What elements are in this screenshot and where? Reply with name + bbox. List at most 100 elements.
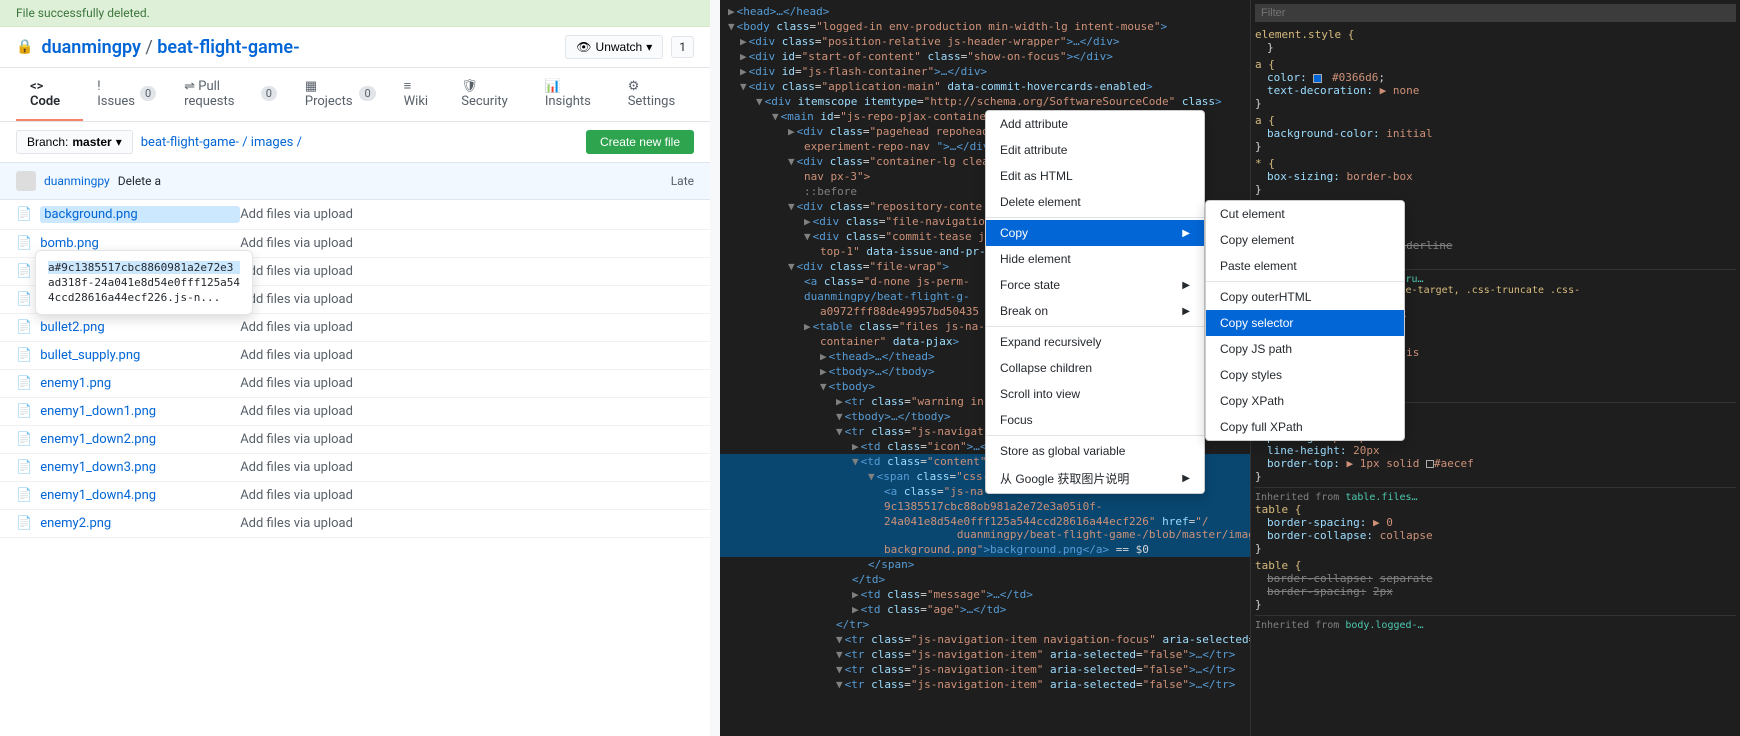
html-line[interactable]: ▶<div id="start-of-content" class="show-…	[720, 49, 1250, 64]
repo-name[interactable]: beat-flight-game-	[157, 37, 299, 58]
file-commit-msg: Add files via upload	[240, 207, 694, 222]
html-line[interactable]: ▼<div class="application-main" data-comm…	[720, 79, 1250, 94]
tab-insights[interactable]: 📊 Insights	[531, 68, 614, 121]
css-selector: a {	[1255, 114, 1736, 127]
tab-issues[interactable]: ! Issues 0	[83, 68, 170, 121]
author-avatar	[16, 171, 36, 191]
file-row-background[interactable]: 📄 background.png Add files via upload	[0, 200, 710, 230]
ctx-force-state[interactable]: Force state ▶	[986, 272, 1204, 298]
sub-copy-full-xpath[interactable]: Copy full XPath	[1206, 414, 1404, 440]
file-row-enemy1[interactable]: 📄 enemy1.png Add files via upload	[0, 370, 710, 398]
file-row-enemy1-down3[interactable]: 📄 enemy1_down3.png Add files via upload	[0, 454, 710, 482]
css-selector: * {	[1255, 157, 1736, 170]
css-property: background-color: initial	[1255, 127, 1736, 140]
file-row-bullet2[interactable]: 📄 bullet2.png Add files via upload	[0, 314, 710, 342]
file-icon: 📄	[16, 207, 32, 222]
ctx-scroll-into-view[interactable]: Scroll into view	[986, 381, 1204, 407]
watch-button[interactable]: 👁 Unwatch ▾	[565, 35, 663, 59]
tab-settings[interactable]: ⚙ Settings	[614, 68, 694, 121]
context-menu: Add attribute Edit attribute Edit as HTM…	[985, 110, 1205, 494]
html-line[interactable]: ▼<tr class="js-navigation-item" aria-sel…	[720, 647, 1250, 662]
sub-copy-outerhtml[interactable]: Copy outerHTML	[1206, 284, 1404, 310]
css-property: border-top: ▶ 1px solid #aecef	[1255, 457, 1736, 470]
html-line[interactable]: ▶<div id="js-flash-container">…</div>	[720, 64, 1250, 79]
sub-copy-selector[interactable]: Copy selector	[1206, 310, 1404, 336]
tab-pull-requests[interactable]: ⇌ Pull requests 0	[170, 68, 291, 121]
sub-copy-element[interactable]: Copy element	[1206, 227, 1404, 253]
html-line[interactable]: ▼<div itemscope itemtype="http://schema.…	[720, 94, 1250, 109]
html-line[interactable]: ▶<head>…</head>	[720, 4, 1250, 19]
file-name[interactable]: enemy1_down1.png	[40, 404, 240, 419]
sub-copy-styles[interactable]: Copy styles	[1206, 362, 1404, 388]
css-property: border-spacing: ▶ 0	[1255, 516, 1736, 529]
file-name[interactable]: background.png	[40, 206, 240, 223]
file-row-enemy1-down4[interactable]: 📄 enemy1_down4.png Add files via upload	[0, 482, 710, 510]
file-name[interactable]: bullet_supply.png	[40, 348, 240, 363]
sub-paste-element[interactable]: Paste element	[1206, 253, 1404, 279]
html-line-selected[interactable]: 24a041e8d54e0fff125a544ccd28616a44ecf226…	[720, 514, 1250, 542]
css-property: box-sizing: border-box	[1255, 170, 1736, 183]
html-line[interactable]: ▼<tr class="js-navigation-item" aria-sel…	[720, 662, 1250, 677]
html-line-selected[interactable]: 9c1385517cbc88ob981a2e72e3a05i0f-	[720, 499, 1250, 514]
html-line[interactable]: ▶<td class="message">…</td>	[720, 587, 1250, 602]
html-line[interactable]: ▶<td class="age">…</td>	[720, 602, 1250, 617]
file-name[interactable]: enemy1_down2.png	[40, 432, 240, 447]
html-line[interactable]: ▶<div class="position-relative js-header…	[720, 34, 1250, 49]
tab-security[interactable]: 🛡 Security	[447, 68, 531, 121]
html-line[interactable]: ▼<body class="logged-in env-production m…	[720, 19, 1250, 34]
file-icon: 📄	[16, 488, 32, 503]
ctx-google-image[interactable]: 从 Google 获取图片说明 ▶	[986, 464, 1204, 493]
ctx-focus[interactable]: Focus	[986, 407, 1204, 433]
ctx-expand-recursively[interactable]: Expand recursively	[986, 329, 1204, 355]
html-line[interactable]: </td>	[720, 572, 1250, 587]
ctx-hide-element[interactable]: Hide element	[986, 246, 1204, 272]
branch-selector[interactable]: Branch: master ▾	[16, 130, 133, 154]
file-row-enemy1-down2[interactable]: 📄 enemy1_down2.png Add files via upload	[0, 426, 710, 454]
css-close: }	[1255, 470, 1736, 483]
file-name[interactable]: bullet2.png	[40, 320, 240, 335]
html-line[interactable]: ▼<tr class="js-navigation-item" aria-sel…	[720, 677, 1250, 692]
ctx-edit-attribute[interactable]: Edit attribute	[986, 137, 1204, 163]
html-line[interactable]: </tr>	[720, 617, 1250, 632]
tab-code[interactable]: <> Code	[16, 68, 83, 121]
file-name[interactable]: enemy1_down4.png	[40, 488, 240, 503]
sub-copy-js-path[interactable]: Copy JS path	[1206, 336, 1404, 362]
html-line[interactable]: ▼<tr class="js-navigation-item navigatio…	[720, 632, 1250, 647]
file-row-enemy1-down1[interactable]: 📄 enemy1_down1.png Add files via upload	[0, 398, 710, 426]
file-name[interactable]: enemy1_down3.png	[40, 460, 240, 475]
breadcrumb: beat-flight-game- / images /	[141, 135, 302, 150]
file-row-enemy2[interactable]: 📄 enemy2.png Add files via upload	[0, 510, 710, 538]
css-close: }	[1255, 97, 1736, 110]
file-name[interactable]: enemy1.png	[40, 376, 240, 391]
repo-owner[interactable]: duanmingpy	[41, 37, 140, 58]
notification-text: File successfully deleted.	[16, 6, 150, 20]
file-commit-msg: Add files via upload	[240, 292, 694, 307]
css-filter-input[interactable]	[1255, 4, 1736, 22]
repo-path[interactable]: duanmingpy / beat-flight-game-	[41, 37, 299, 58]
ctx-delete-element[interactable]: Delete element	[986, 189, 1204, 215]
tab-wiki[interactable]: ≡ Wiki	[390, 68, 448, 121]
ctx-separator-3	[986, 435, 1204, 436]
nav-tabs: <> Code ! Issues 0 ⇌ Pull requests 0 ▦ P…	[0, 68, 710, 122]
ctx-edit-as-html[interactable]: Edit as HTML	[986, 163, 1204, 189]
html-line[interactable]: </span>	[720, 557, 1250, 572]
css-rule-star: * { box-sizing: border-box }	[1255, 157, 1736, 196]
file-commit-msg: Add files via upload	[240, 264, 694, 279]
file-name[interactable]: enemy2.png	[40, 516, 240, 531]
file-row-bullet-supply[interactable]: 📄 bullet_supply.png Add files via upload	[0, 342, 710, 370]
sub-copy-xpath[interactable]: Copy XPath	[1206, 388, 1404, 414]
ctx-collapse-children[interactable]: Collapse children	[986, 355, 1204, 381]
ctx-store-global[interactable]: Store as global variable	[986, 438, 1204, 464]
file-name[interactable]: bomb.png	[40, 236, 240, 251]
sub-cut-element[interactable]: Cut element	[1206, 201, 1404, 227]
breadcrumb-repo-link[interactable]: beat-flight-game-	[141, 135, 239, 150]
html-line-selected[interactable]: background.png">background.png</a> == $0	[720, 542, 1250, 557]
ctx-copy[interactable]: Copy ▶	[986, 220, 1204, 246]
tab-projects[interactable]: ▦ Projects 0	[291, 68, 390, 121]
breadcrumb-folder-link[interactable]: images	[251, 135, 294, 150]
commit-author-link[interactable]: duanmingpy	[44, 174, 110, 188]
create-new-file-button[interactable]: Create new file	[586, 130, 694, 154]
ctx-add-attribute[interactable]: Add attribute	[986, 111, 1204, 137]
file-commit-msg: Add files via upload	[240, 320, 694, 335]
ctx-break-on[interactable]: Break on ▶	[986, 298, 1204, 324]
